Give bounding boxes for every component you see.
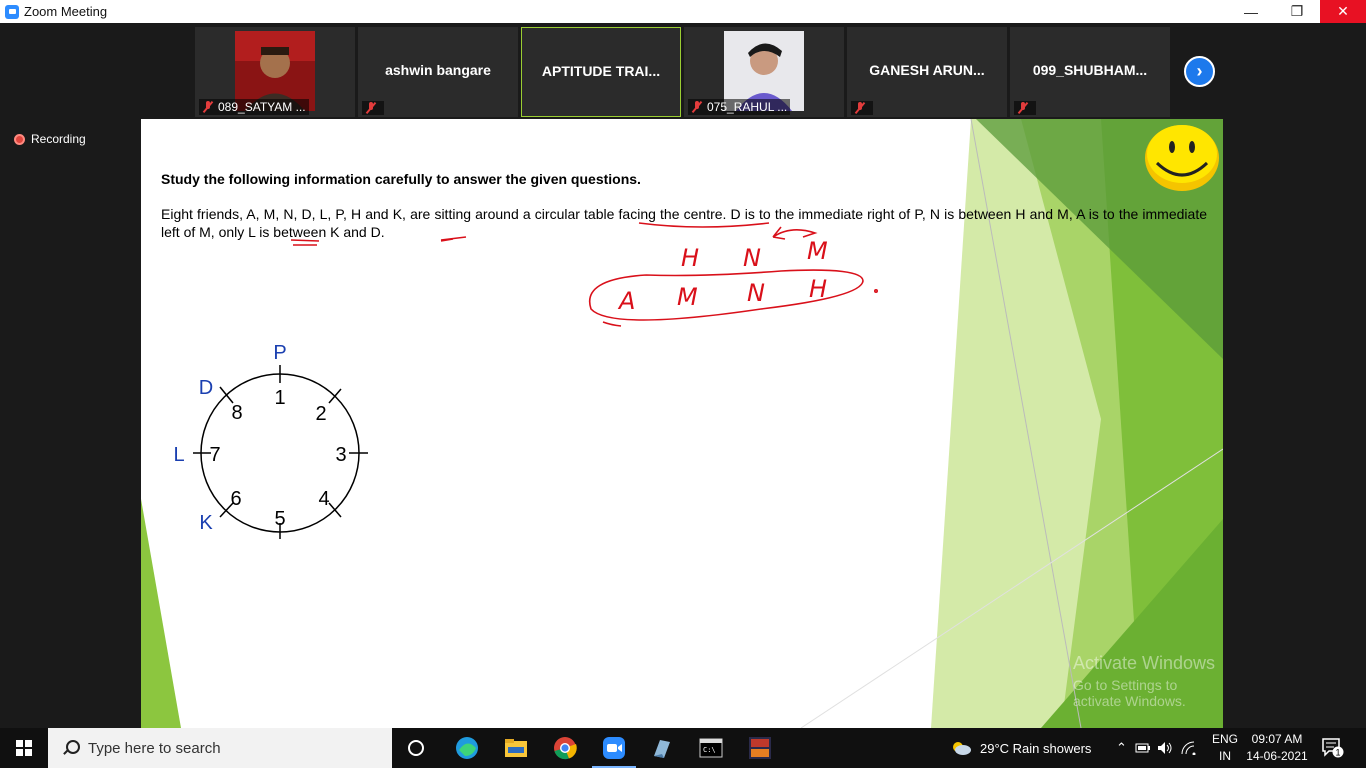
edge-icon [456, 737, 478, 759]
taskbar-clock[interactable]: 09:07 AM 14-06-2021 [1244, 731, 1310, 765]
mic-muted-icon [854, 102, 866, 114]
terminal-icon: C:\ [699, 738, 723, 758]
participant-tile[interactable]: 075_RAHUL ... [684, 27, 844, 117]
notification-count: 1 [1335, 748, 1340, 758]
participant-tile[interactable]: 099_SHUBHAM... [1010, 27, 1170, 117]
volume-icon[interactable] [1157, 741, 1173, 755]
restore-button[interactable]: ❐ [1274, 0, 1320, 23]
pen-notes-icon [654, 740, 670, 758]
folder-icon [505, 739, 527, 757]
mic-muted-icon [365, 102, 377, 114]
svg-text:H: H [809, 275, 827, 303]
seat-number: 2 [315, 403, 326, 425]
participant-label [851, 101, 873, 115]
notes-app-button[interactable] [648, 734, 676, 762]
search-placeholder: Type here to search [88, 739, 221, 757]
recording-label: Recording [31, 132, 86, 146]
next-participants-button[interactable]: › [1184, 56, 1215, 87]
participant-label [1014, 101, 1036, 115]
mic-muted-icon [1017, 102, 1029, 114]
participant-tile[interactable]: ashwin bangare [358, 27, 518, 117]
weather-text: 29°C Rain showers [980, 740, 1092, 756]
seat-number: 7 [209, 444, 220, 466]
activation-watermark-title: Activate Windows [1073, 653, 1216, 673]
activation-watermark-subtitle: Go to Settings to activate Windows. [1073, 677, 1186, 709]
zoom-app-icon [5, 4, 19, 19]
windows-logo-icon [16, 740, 32, 756]
clock-date: 14-06-2021 [1246, 749, 1308, 763]
svg-text:C:\: C:\ [703, 746, 716, 754]
seat-number: 5 [274, 508, 285, 530]
handwritten-letters: H N M A M N H [617, 237, 828, 315]
weather-widget[interactable]: 29°C Rain showers [950, 728, 1091, 768]
clock-time: 09:07 AM [1251, 732, 1303, 746]
window-titlebar: Zoom Meeting — ❐ ✕ [0, 0, 1366, 23]
system-tray: ⌃ [1116, 728, 1197, 768]
mic-muted-icon [691, 101, 703, 113]
participant-name: APTITUDE TRAI... [541, 63, 661, 79]
active-speaker-tile[interactable]: APTITUDE TRAI... [521, 27, 681, 117]
seat-number: 1 [274, 387, 285, 409]
input-language[interactable]: ENG IN [1210, 731, 1240, 765]
task-view-icon [408, 740, 424, 756]
start-button[interactable] [0, 728, 48, 768]
edge-browser-button[interactable] [453, 734, 481, 762]
task-view-button[interactable] [402, 734, 430, 762]
svg-text:N: N [747, 279, 765, 307]
minimize-button[interactable]: — [1228, 0, 1274, 23]
close-button[interactable]: ✕ [1320, 0, 1366, 23]
ide-app-button[interactable] [746, 734, 774, 762]
seat-label-d: D [199, 377, 213, 399]
ide-app-icon [749, 737, 771, 759]
notification-center-icon[interactable]: 1 [1322, 738, 1344, 758]
battery-icon[interactable] [1135, 742, 1151, 754]
window-title: Zoom Meeting [24, 4, 108, 19]
seat-label-k: K [199, 512, 213, 534]
participant-name: GANESH ARUN... [869, 62, 985, 78]
seat-label-p: P [273, 342, 286, 364]
participant-name: ashwin bangare [385, 62, 491, 78]
participant-strip: 089_SATYAM ... ashwin bangare APTITUDE T… [0, 23, 1366, 119]
participant-label: 089_SATYAM ... [199, 99, 309, 115]
pen-annotations [290, 222, 878, 327]
search-icon [62, 740, 80, 756]
svg-text:M: M [677, 283, 698, 311]
chevron-right-icon: › [1196, 61, 1203, 81]
participant-label: 075_RAHUL ... [688, 99, 791, 115]
shared-screen: Study the following information carefull… [141, 119, 1223, 728]
taskbar: Type here to search C:\ 29°C Rain shower… [0, 728, 1366, 768]
seating-diagram: 1 2 3 4 5 6 7 8 P D L K H N M A M N H [173, 222, 878, 539]
wifi-icon[interactable] [1181, 741, 1197, 755]
participant-tile[interactable]: GANESH ARUN... [847, 27, 1007, 117]
chevron-up-icon[interactable]: ⌃ [1116, 740, 1127, 756]
seat-number: 4 [318, 488, 329, 510]
chrome-icon [554, 737, 577, 760]
seat-number: 8 [231, 402, 242, 424]
participant-tile[interactable]: 089_SATYAM ... [195, 27, 355, 117]
taskbar-search[interactable]: Type here to search [48, 728, 392, 768]
mic-muted-icon [202, 101, 214, 113]
seat-number: 6 [230, 488, 241, 510]
recording-indicator[interactable]: Recording [14, 132, 86, 146]
svg-text:H: H [681, 244, 699, 272]
record-icon [14, 133, 25, 145]
seat-label-l: L [173, 444, 184, 466]
svg-text:M: M [807, 237, 828, 265]
participant-label [362, 101, 384, 115]
chrome-button[interactable] [551, 734, 579, 762]
zoom-icon [603, 737, 625, 759]
svg-text:A: A [617, 287, 635, 315]
seat-number: 3 [335, 444, 346, 466]
participant-name: 099_SHUBHAM... [1032, 62, 1148, 78]
file-explorer-button[interactable] [502, 734, 530, 762]
terminal-button[interactable]: C:\ [697, 734, 725, 762]
rain-cloud-icon [953, 742, 971, 755]
zoom-taskbar-button[interactable] [592, 734, 636, 768]
svg-text:N: N [743, 244, 761, 272]
